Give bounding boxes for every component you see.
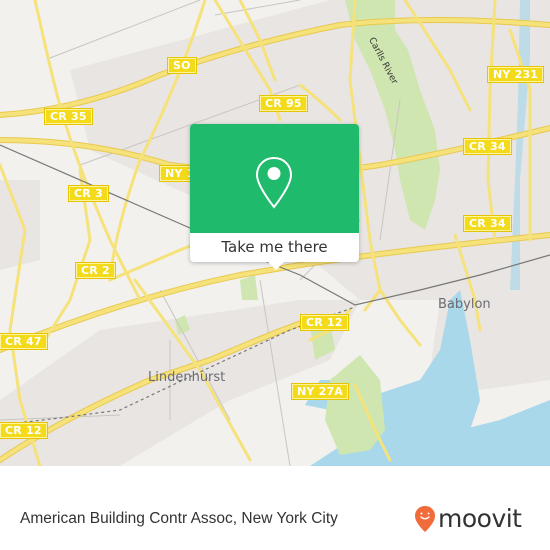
location-popup[interactable]: Take me there [190,124,359,270]
map[interactable]: SO CR 35 CR 95 NY 231 NY 1 CR 3 CR 34 CR… [0,0,550,466]
road-shield-cr35: CR 35 [44,108,93,125]
road-shield-cr47: CR 47 [0,333,48,350]
road-shield-cr2: CR 2 [75,262,116,279]
place-label-babylon: Babylon [438,297,491,312]
moovit-logo[interactable]: moovit [414,504,522,534]
road-shield-cr3: CR 3 [68,185,109,202]
place-label-lindenhurst: Lindenhurst [148,370,226,385]
road-shield-so: SO [167,57,197,74]
moovit-pin-icon [415,506,435,532]
popup-header[interactable] [190,124,359,233]
road-shield-ny27a: NY 27A [290,383,350,400]
road-shield-cr95: CR 95 [259,95,308,112]
map-pin-icon [255,156,293,209]
road-shield-cr34-north: CR 34 [463,138,512,155]
road-shield-cr12-east: CR 12 [300,314,349,331]
road-shield-cr12-west: CR 12 [0,422,48,439]
road-shield-cr34-south: CR 34 [463,215,512,232]
location-title: American Building Contr Assoc, New York … [20,510,338,527]
road-shield-ny231: NY 231 [486,66,545,83]
moovit-wordmark: moovit [438,504,522,533]
take-me-there-button[interactable]: Take me there [190,233,359,262]
popup-pointer [267,261,285,270]
footer: American Building Contr Assoc, New York … [0,490,550,550]
